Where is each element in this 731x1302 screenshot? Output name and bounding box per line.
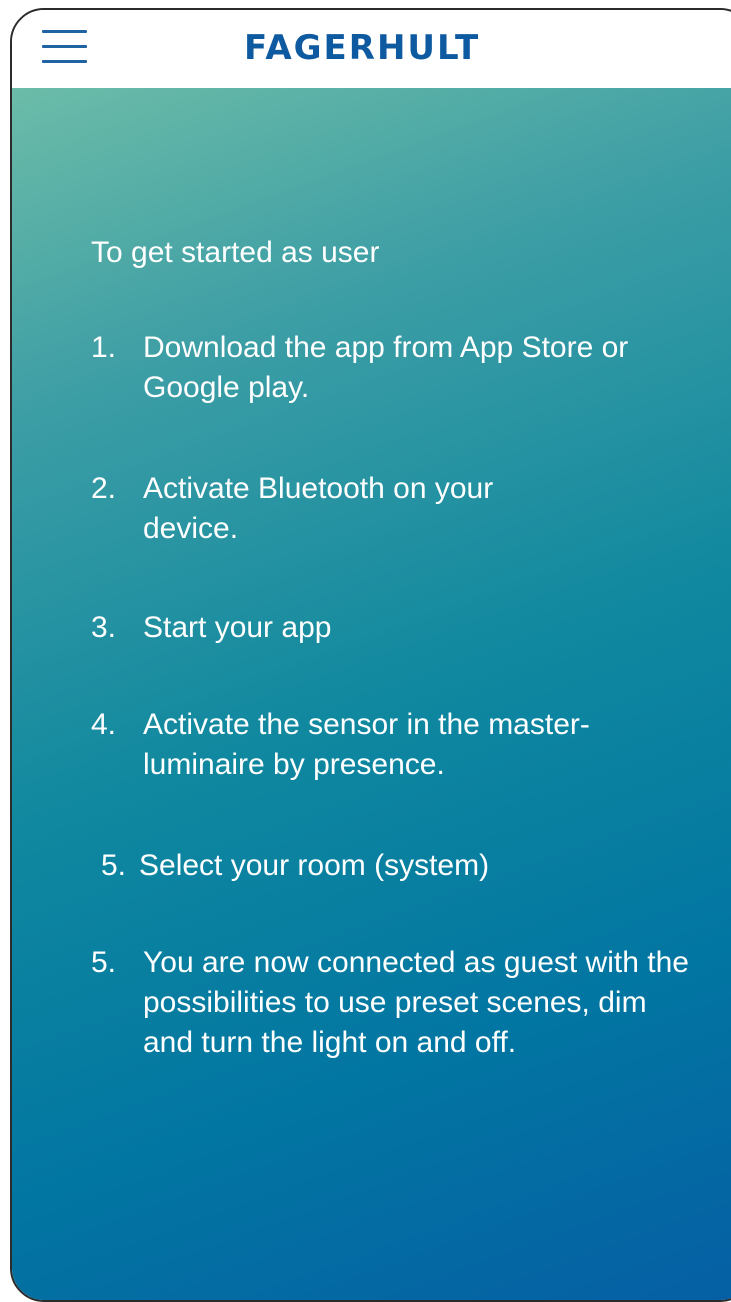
step-text: You are now connected as guest with the … <box>143 946 689 1059</box>
step-number: 1. <box>91 331 117 364</box>
step-item: 3. Start your app <box>91 608 691 648</box>
step-text: Activate Bluetooth on your device. <box>143 472 494 545</box>
step-number: 5. <box>91 946 117 979</box>
step-item: 5. You are now connected as guest with t… <box>91 943 691 1063</box>
step-item: 5. Select your room (system) <box>91 846 691 886</box>
step-number: 4. <box>91 708 117 741</box>
instructions-panel: To get started as user 1. Download the a… <box>12 88 731 1300</box>
brand-logo: FAGERHULT <box>244 28 481 68</box>
step-text: Activate the sensor in the master-lumina… <box>143 708 590 781</box>
step-text: Download the app from App Store or Googl… <box>143 331 629 404</box>
menu-bar <box>42 60 87 63</box>
intro-text: To get started as user <box>91 236 380 269</box>
step-text: Select your room (system) <box>139 849 490 882</box>
hamburger-menu-icon[interactable] <box>42 30 87 64</box>
menu-bar <box>42 30 87 33</box>
step-number: 2. <box>91 472 117 505</box>
step-text: Start your app <box>143 611 332 644</box>
step-item: 2. Activate Bluetooth on your device. <box>91 469 571 549</box>
device-frame: FAGERHULT To get started as user 1. Down… <box>10 8 731 1302</box>
step-item: 1. Download the app from App Store or Go… <box>91 328 691 408</box>
step-number: 5. <box>101 849 127 882</box>
step-item: 4. Activate the sensor in the master-lum… <box>91 705 691 785</box>
step-number: 3. <box>91 611 117 644</box>
menu-bar <box>42 45 87 48</box>
app-header: FAGERHULT <box>12 10 731 88</box>
